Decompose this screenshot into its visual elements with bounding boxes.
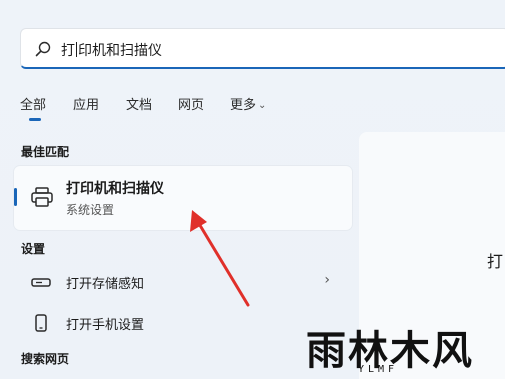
settings-item-storage-sense[interactable]: 打开存储感知 ›: [14, 263, 352, 301]
search-query: 打印机和扫描仪: [61, 42, 162, 59]
phone-icon: [35, 314, 47, 332]
tab-more-label: 更多: [230, 98, 257, 113]
settings-item-label: 打开手机设置: [66, 318, 145, 333]
printer-icon: [31, 187, 53, 207]
settings-heading: 设置: [21, 242, 46, 256]
settings-item-label: 打开存储感知: [66, 277, 145, 292]
tab-documents[interactable]: 文档: [126, 94, 152, 113]
tab-apps[interactable]: 应用: [73, 94, 99, 113]
best-match-result[interactable]: 打印机和扫描仪 系统设置: [14, 166, 352, 230]
search-input[interactable]: 打印机和扫描仪: [20, 28, 505, 69]
storage-icon: [31, 278, 51, 287]
chevron-down-icon: ⌄: [258, 100, 267, 111]
best-match-heading: 最佳匹配: [21, 145, 70, 159]
text-caret: [76, 42, 77, 57]
preview-title: 打: [487, 252, 504, 271]
tab-web[interactable]: 网页: [178, 94, 204, 113]
tab-more[interactable]: 更多 ⌄: [230, 94, 266, 113]
best-match-title: 打印机和扫描仪: [66, 181, 164, 197]
search-icon: [35, 41, 51, 57]
tab-all[interactable]: 全部: [20, 94, 46, 113]
selection-indicator: [14, 188, 17, 206]
web-search-heading: 搜索网页: [21, 352, 70, 366]
watermark-subtext: YLMF: [358, 364, 399, 375]
active-tab-indicator: [29, 118, 41, 121]
watermark-logo: 雨林木风 YLMF: [300, 318, 505, 379]
best-match-subtitle: 系统设置: [66, 203, 115, 217]
chevron-right-icon: ›: [324, 272, 330, 288]
